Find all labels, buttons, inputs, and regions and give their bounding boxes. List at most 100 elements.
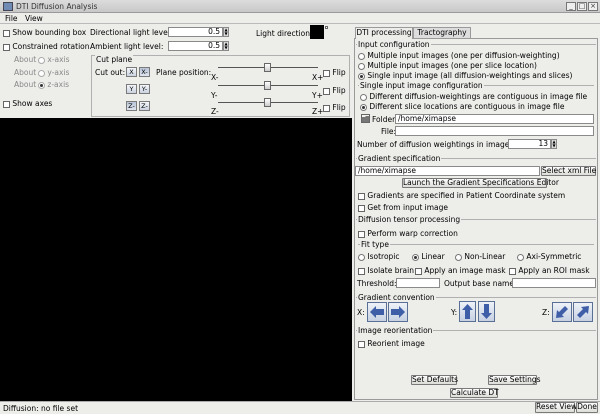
get-from-input-checkbox[interactable]: Get from input image <box>358 203 448 212</box>
show-bounding-box-checkbox[interactable]: Show bounding box <box>3 28 86 37</box>
num-weightings-input[interactable]: 13 <box>508 139 551 149</box>
threshold-label: Threshold: <box>357 279 397 288</box>
multiple-diffusion-radio[interactable]: Multiple input images (one per diffusion… <box>358 51 560 60</box>
isolate-brain-checkbox[interactable]: Isolate brain <box>358 266 414 275</box>
threshold-input[interactable] <box>396 278 440 288</box>
single-input-radio[interactable]: Single input image (all diffusion-weight… <box>358 71 572 80</box>
show-axes-checkbox[interactable]: Show axes <box>3 99 52 108</box>
done-button[interactable]: Done <box>576 402 598 413</box>
about-x-radio[interactable]: x-axis <box>38 55 70 64</box>
gradient-spec-title: Gradient specification <box>357 154 442 163</box>
arrow-down-icon <box>481 304 492 319</box>
file-label: File: <box>381 127 397 136</box>
menu-view[interactable]: View <box>25 14 43 23</box>
folder-input[interactable]: /home/ximapse <box>395 114 594 124</box>
cut-y-minus-button[interactable]: Y- <box>139 84 150 94</box>
about-x-label: x-axis <box>47 55 70 64</box>
menu-file[interactable]: File <box>5 14 18 23</box>
light-direction-widget[interactable] <box>310 25 324 39</box>
file-input[interactable] <box>395 126 594 136</box>
reorient-image-checkbox[interactable]: Reorient image <box>358 339 425 348</box>
cut-x-button[interactable]: X <box>126 67 137 77</box>
single-input-label: Single input image (all diffusion-weight… <box>367 71 573 80</box>
app-icon <box>3 2 13 11</box>
folder-label: Folder: <box>372 115 398 124</box>
flip-y-checkbox[interactable]: Flip <box>323 86 346 95</box>
x-min-label: X- <box>211 73 219 82</box>
title-bar: DTI Diffusion Analysis _ □ × <box>0 0 600 13</box>
status-bar: Diffusion: no file set <box>0 401 600 414</box>
cut-z-button[interactable]: Z- <box>126 101 137 111</box>
about-label-2: About <box>14 68 37 77</box>
tab-tractography[interactable]: Tractography <box>413 27 471 38</box>
warp-correction-checkbox[interactable]: Perform warp correction <box>358 229 458 238</box>
about-z-radio[interactable]: z-axis <box>38 80 69 89</box>
y-arrow-down-button[interactable] <box>478 301 495 322</box>
ambient-light-label: Ambient light level: <box>90 42 164 51</box>
fit-type-divider <box>358 244 594 245</box>
about-label: About <box>14 55 37 64</box>
ambient-light-spinner[interactable]: ▲ ▼ <box>223 41 229 51</box>
multiple-slice-radio[interactable]: Multiple input images (one per slice loc… <box>358 61 537 70</box>
num-weightings-spinner[interactable]: ▲ ▼ <box>551 139 557 149</box>
render-canvas[interactable] <box>0 118 352 401</box>
arrow-diagonal-down-icon <box>556 306 568 318</box>
arrow-right-icon <box>391 306 405 318</box>
maximize-icon[interactable]: □ <box>577 2 587 11</box>
fit-isotropic-radio[interactable]: Isotropic <box>358 252 400 261</box>
save-settings-button[interactable]: Save Settings <box>488 375 541 385</box>
set-defaults-button[interactable]: Set Defaults <box>411 375 458 385</box>
flip-x-checkbox[interactable]: Flip <box>323 68 346 77</box>
light-direction-indicator <box>325 26 328 29</box>
gradient-z-label: Z: <box>542 308 550 317</box>
z-min-label: Z- <box>211 107 219 116</box>
y-plane-slider-thumb[interactable] <box>264 81 271 90</box>
z-plane-slider-thumb[interactable] <box>264 98 271 107</box>
output-base-input[interactable] <box>512 278 596 288</box>
different-slice-radio[interactable]: Different slice locations are contiguous… <box>360 102 564 111</box>
show-axes-label: Show axes <box>12 99 53 108</box>
fit-linear-label: Linear <box>421 252 445 261</box>
apply-mask-label: Apply an image mask <box>424 266 506 275</box>
fit-linear-radio[interactable]: Linear <box>412 252 445 261</box>
gradient-file-input[interactable]: /home/ximapse <box>355 166 540 176</box>
cut-y-button[interactable]: Y <box>126 84 137 94</box>
y-arrow-up-button[interactable] <box>459 301 476 322</box>
cut-z-minus-button[interactable]: Z- <box>139 101 150 111</box>
dt-processing-title: Diffusion tensor processing <box>357 215 462 224</box>
fit-axisym-radio[interactable]: Axi-Symmetric <box>517 252 581 261</box>
flip-x-label: Flip <box>332 68 346 77</box>
about-y-radio[interactable]: y-axis <box>38 68 69 77</box>
apply-roi-checkbox[interactable]: Apply an ROI mask <box>509 266 590 275</box>
constrained-rotation-checkbox[interactable]: Constrained rotation <box>3 42 90 51</box>
about-label-3: About <box>14 80 37 89</box>
reset-view-button[interactable]: Reset View <box>535 402 577 413</box>
launch-gradient-editor-button[interactable]: Launch the Gradient Specifications Edito… <box>402 178 559 188</box>
z-arrow-in-button[interactable] <box>552 302 572 322</box>
y-max-label: Y+ <box>312 91 323 100</box>
fit-axisym-label: Axi-Symmetric <box>526 252 582 261</box>
x-arrow-right-button[interactable] <box>388 302 408 322</box>
ambient-light-input[interactable]: 0.5 <box>168 41 223 51</box>
close-icon[interactable]: × <box>588 2 598 11</box>
directional-light-spinner[interactable]: ▲ ▼ <box>223 27 229 37</box>
x-arrow-left-button[interactable] <box>367 302 387 322</box>
flip-z-checkbox[interactable]: Flip <box>323 103 346 112</box>
directional-light-label: Directional light level: <box>90 28 173 37</box>
num-weightings-label: Number of diffusion weightings in image: <box>357 140 512 149</box>
patient-coord-checkbox[interactable]: Gradients are specified in Patient Coord… <box>358 191 565 200</box>
window-title: DTI Diffusion Analysis <box>16 2 98 11</box>
z-arrow-out-button[interactable] <box>573 302 593 322</box>
different-diffusion-radio[interactable]: Different diffusion-weightings are conti… <box>360 92 587 101</box>
minimize-icon[interactable]: _ <box>566 2 576 11</box>
select-xml-button[interactable]: Select xml File <box>541 166 596 176</box>
directional-light-input[interactable]: 0.5 <box>168 27 223 37</box>
apply-mask-checkbox[interactable]: Apply an image mask <box>415 266 506 275</box>
fit-nonlinear-radio[interactable]: Non-Linear <box>455 252 505 261</box>
cut-x-minus-button[interactable]: X- <box>139 67 150 77</box>
folder-icon[interactable] <box>361 114 370 123</box>
tab-dti-processing[interactable]: DTI processing <box>355 27 413 39</box>
calculate-dt-button[interactable]: Calculate DT <box>450 388 499 398</box>
single-config-title: Single input image configuration <box>359 81 484 90</box>
x-plane-slider-thumb[interactable] <box>264 63 271 72</box>
